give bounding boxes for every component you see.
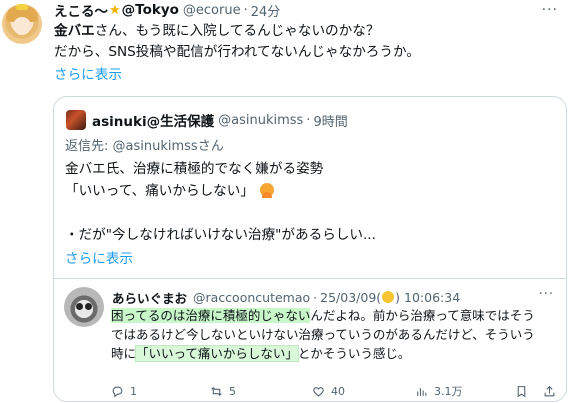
heart-icon [313, 386, 324, 396]
avatar[interactable] [2, 4, 42, 44]
action-bar: 1 5 40 3.1万 [111, 383, 561, 399]
quote-text-line-3: ・だが"今しなければいけない治療"があるらしい... [65, 227, 376, 243]
embedded-text: んだよね。前から治療って意味ではそう [310, 308, 535, 323]
display-name-suffix[interactable]: @Tokyo [122, 2, 179, 18]
like-button[interactable]: 40 [312, 383, 345, 399]
embedded-time: ) 10:06:34 [395, 289, 461, 305]
quote-show-more-link[interactable]: さらに表示 [65, 247, 133, 267]
user-handle[interactable]: @ecorue [183, 3, 241, 18]
separator-dot: · [313, 289, 318, 305]
embedded-text: 時に [111, 346, 137, 361]
raccoon-avatar[interactable] [64, 287, 104, 327]
more-icon[interactable]: ··· [542, 2, 558, 18]
like-count: 40 [331, 384, 345, 398]
tweet[interactable]: えこる〜 ★ @Tokyo @ecorue · 24分 ··· 金バエさん、もう… [0, 0, 568, 403]
retweet-button[interactable]: 5 [210, 383, 236, 399]
embedded-reply[interactable]: あらいぐまお @raccooncutemao · 25/03/09( ) 10:0… [54, 278, 566, 401]
separator-dot: · [306, 112, 311, 128]
views-icon [417, 387, 427, 396]
reply-to-label: 返信先: @asinukimssさん [65, 139, 224, 154]
person-emoji-icon [259, 183, 274, 198]
share-button[interactable] [543, 383, 562, 399]
timestamp[interactable]: 24分 [251, 1, 281, 20]
reply-icon [112, 386, 123, 398]
quoted-tweet[interactable]: asinuki@生活保護 @asinukimss · 9時間 返信先: @asi… [53, 96, 567, 402]
quote-text-line-1: 金バエ氏、治療に積極的でなく嫌がる姿勢 [65, 161, 324, 177]
quote-header: asinuki@生活保護 @asinukimss · 9時間 [92, 110, 348, 131]
embedded-header: あらいぐまお @raccooncutemao · 25/03/09( ) 10:0… [112, 288, 460, 306]
display-name[interactable]: えこる〜 [54, 0, 108, 20]
quote-handle[interactable]: @asinukimss [218, 113, 303, 128]
embedded-text-line-1: 困ってるのは治療に積極的じゃないんだよね。前から治療って意味ではそう [111, 306, 535, 326]
tweet-text-line-2: だから、SNS投稿や配信が行われてないんじゃなかろうか。 [54, 44, 420, 60]
views-button[interactable]: 3.1万 [415, 383, 463, 399]
embedded-text-line-3: 時に「いいって痛いからしない」とかそういう感じ。 [111, 344, 410, 364]
tweet-header: えこる〜 ★ @Tokyo @ecorue · 24分 [54, 0, 280, 20]
avatar-face [13, 17, 31, 35]
separator-dot: · [243, 2, 248, 18]
smile-emoji-icon [382, 291, 395, 303]
mention-bold: 金バエ [54, 23, 95, 39]
quote-text-line-2: 「いいって、痛いからしない」 [65, 181, 274, 201]
highlighted-text: 困ってるのは治療に積極的じゃない [111, 308, 311, 323]
star-icon: ★ [109, 2, 121, 18]
tweet-text: さん、もう既に入院してるんじゃないのかな？ [94, 23, 380, 39]
bookmark-button[interactable] [515, 383, 534, 399]
bookmark-icon [517, 385, 526, 397]
tweet-text-line-1: 金バエさん、もう既に入院してるんじゃないのかな？ [54, 21, 379, 41]
highlighted-quote: 「いいって痛いからしない」 [135, 345, 299, 362]
embedded-handle[interactable]: @raccooncutemao [193, 290, 310, 305]
avatar-eye [85, 303, 92, 310]
embedded-text-line-2: ではあるけど今しないといけない治療っていうのがあるんだけど、そういう [111, 327, 535, 342]
embedded-display-name[interactable]: あらいぐまお [112, 288, 187, 307]
retweet-count: 5 [229, 384, 236, 398]
quote-timestamp[interactable]: 9時間 [313, 111, 347, 130]
crown-icon [16, 4, 28, 10]
embedded-date: 25/03/09( [320, 289, 382, 305]
embedded-text: とかそういう感じ。 [297, 346, 411, 361]
quote-avatar[interactable] [66, 110, 86, 130]
view-count: 3.1万 [434, 385, 463, 398]
more-icon[interactable]: ··· [539, 287, 554, 302]
reply-button[interactable]: 1 [111, 383, 137, 399]
share-icon [544, 385, 555, 396]
avatar-eye [76, 303, 83, 310]
quote-display-name[interactable]: asinuki@生活保護 [92, 110, 214, 130]
quote-text: 「いいって、痛いからしない」 [65, 183, 254, 199]
retweet-icon [211, 386, 222, 396]
reply-count: 1 [130, 384, 137, 398]
show-more-link[interactable]: さらに表示 [54, 63, 122, 83]
